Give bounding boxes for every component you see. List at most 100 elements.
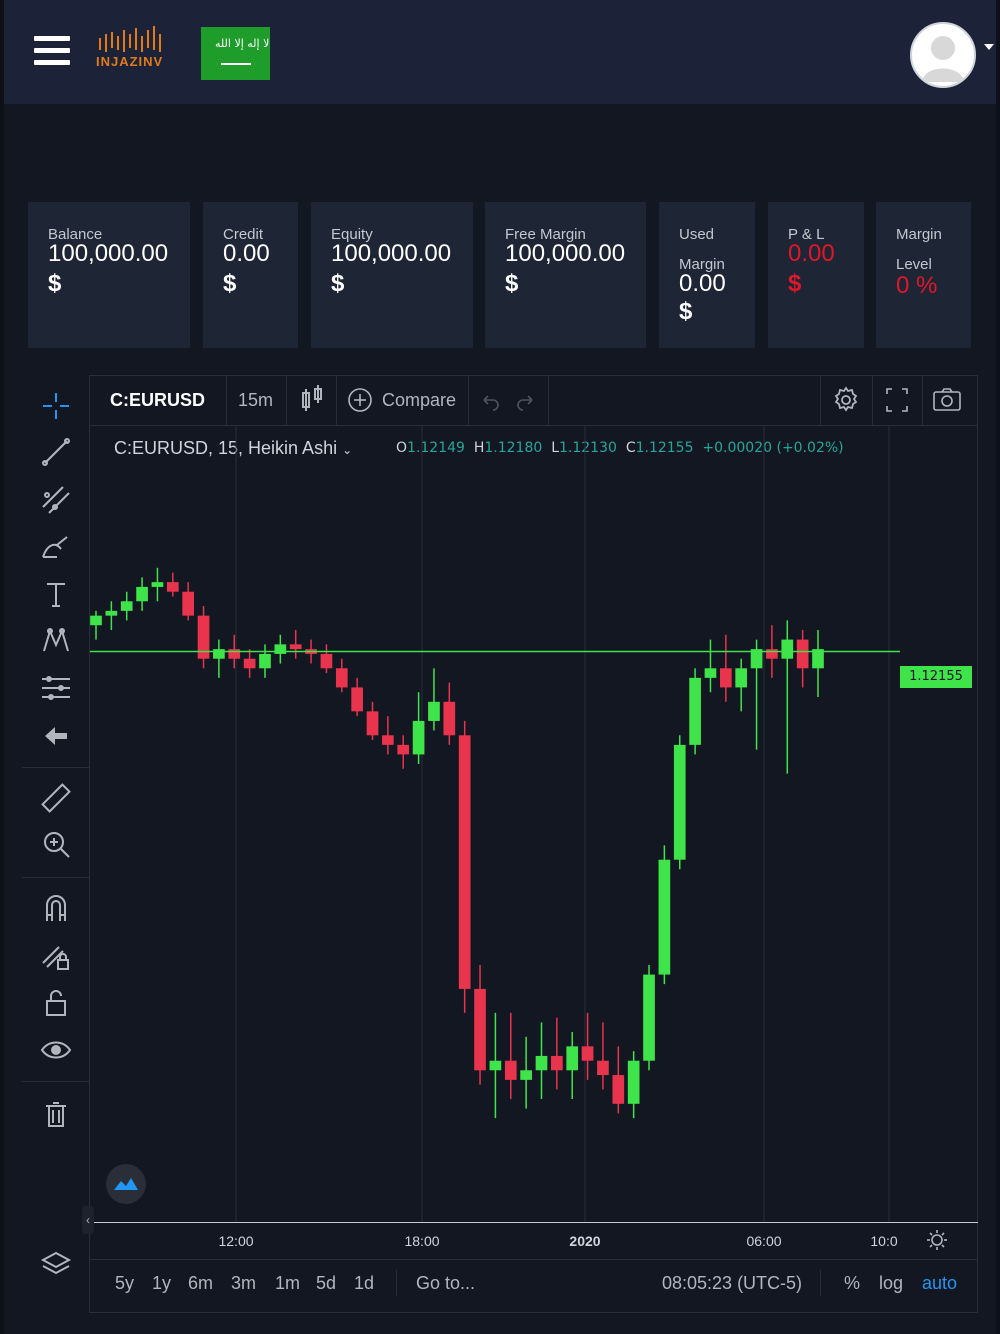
hamburger-menu-icon[interactable]: [34, 36, 70, 68]
card-currency: $: [788, 270, 802, 297]
candle-body: [166, 582, 179, 592]
layers-icon[interactable]: [39, 1247, 73, 1281]
used-margin-card: Used Margin 0.00 $: [659, 202, 755, 348]
candle-body: [766, 649, 778, 659]
compare-button[interactable]: Compare: [382, 375, 456, 425]
toolbar-divider: [396, 1270, 397, 1296]
candle-body: [781, 639, 794, 659]
pattern-tool-icon[interactable]: [39, 623, 73, 657]
toolbar-divider: [548, 375, 549, 425]
range-5y[interactable]: 5y: [115, 1258, 134, 1308]
zoom-in-icon[interactable]: [39, 827, 73, 861]
text-tool-icon[interactable]: [39, 577, 73, 611]
compare-plus-icon[interactable]: [348, 375, 372, 425]
candle-body: [105, 610, 118, 616]
eye-icon[interactable]: [39, 1033, 73, 1067]
toolbar-divider: [22, 1081, 89, 1082]
toolbar-divider: [820, 375, 821, 425]
range-1m[interactable]: 1m: [275, 1258, 300, 1308]
card-currency: $: [223, 270, 237, 297]
time-tick: 06:00: [746, 1233, 782, 1249]
toolbar-divider: [22, 877, 89, 878]
trend-line-icon[interactable]: [39, 435, 73, 469]
card-value: 0.00: [679, 270, 726, 297]
time-tick: 2020: [569, 1233, 601, 1249]
candle-body: [796, 639, 809, 669]
fullscreen-icon[interactable]: [884, 375, 910, 425]
timezone-clock[interactable]: 08:05:23 (UTC-5): [662, 1258, 802, 1308]
candlestick-chart[interactable]: [90, 426, 900, 1222]
drawing-toolbar: [22, 375, 90, 1313]
range-1y[interactable]: 1y: [152, 1258, 171, 1308]
credit-card: Credit 0.00 $: [203, 202, 298, 348]
prediction-tool-icon[interactable]: [39, 671, 73, 705]
tradingview-logo-icon[interactable]: [106, 1164, 146, 1204]
range-1d[interactable]: 1d: [354, 1258, 374, 1308]
candle-body: [504, 1060, 517, 1080]
back-arrow-icon[interactable]: [39, 719, 73, 753]
chart-type-candles-icon[interactable]: [300, 375, 324, 425]
crosshair-icon[interactable]: [39, 389, 73, 423]
axis-settings-sun-icon[interactable]: [926, 1229, 948, 1251]
candle-body: [412, 720, 425, 755]
card-currency: $: [331, 270, 345, 297]
lock-drawing-icon[interactable]: [39, 939, 73, 973]
log-scale-toggle[interactable]: log: [879, 1258, 903, 1308]
undo-icon[interactable]: [480, 375, 500, 425]
candle-body: [182, 591, 195, 616]
brand-logo[interactable]: INJAZINV: [96, 24, 178, 70]
candle-body: [597, 1060, 609, 1076]
trash-icon[interactable]: [39, 1097, 73, 1131]
range-5d[interactable]: 5d: [316, 1258, 336, 1308]
auto-scale-toggle[interactable]: auto: [922, 1258, 957, 1308]
candle-body: [213, 649, 225, 659]
user-avatar-icon[interactable]: [910, 22, 976, 88]
flag-script: لا إله إلا الله: [215, 37, 270, 50]
card-value: 0 %: [896, 272, 938, 299]
goto-date-button[interactable]: Go to...: [416, 1258, 475, 1308]
interval-selector[interactable]: 15m: [238, 375, 273, 425]
candle-body: [243, 658, 256, 669]
toolbar-divider: [872, 375, 873, 425]
redo-icon[interactable]: [516, 375, 536, 425]
range-6m[interactable]: 6m: [188, 1258, 213, 1308]
logo-text: INJAZINV: [96, 54, 164, 69]
card-currency: $: [505, 270, 519, 297]
candle-body: [228, 649, 241, 659]
time-tick: 10:0: [870, 1233, 898, 1249]
time-tick: 18:00: [404, 1233, 440, 1249]
avatar-dropdown-caret-icon[interactable]: [984, 44, 994, 50]
symbol-search[interactable]: C:EURUSD: [110, 375, 205, 425]
candle-body: [689, 677, 701, 745]
candle-body: [136, 586, 148, 602]
percent-scale-toggle[interactable]: %: [844, 1258, 860, 1308]
toolbar-divider: [468, 375, 469, 425]
ruler-icon[interactable]: [39, 781, 73, 815]
candle-body: [673, 744, 686, 860]
card-label: Used: [679, 226, 715, 243]
candle-body: [458, 735, 471, 989]
candle-body: [320, 653, 333, 669]
screenshot-camera-icon[interactable]: [932, 375, 962, 425]
candle-body: [627, 1060, 640, 1104]
candle-body: [151, 582, 164, 587]
candle-body: [351, 687, 363, 712]
settings-gear-icon[interactable]: [832, 375, 860, 425]
flag-sword: [221, 63, 251, 65]
candle-body: [581, 1046, 594, 1061]
unlock-icon[interactable]: [39, 985, 73, 1019]
candle-body: [397, 744, 410, 755]
range-3m[interactable]: 3m: [231, 1258, 256, 1308]
card-value: 0.00: [223, 240, 270, 267]
time-axis[interactable]: 12:00 18:00 2020 06:00 10:0: [90, 1222, 978, 1260]
card-currency: $: [679, 298, 693, 325]
collapse-toolbar-chevron-icon[interactable]: ‹: [82, 1206, 94, 1234]
magnet-icon[interactable]: [39, 891, 73, 925]
saudi-flag-icon[interactable]: لا إله إلا الله: [201, 27, 270, 80]
chart-bottom-toolbar: 5y 1y 6m 3m 1m 5d 1d Go to... 08:05:23 (…: [90, 1258, 978, 1308]
fib-tool-icon[interactable]: [39, 483, 73, 517]
brush-tool-icon[interactable]: [39, 531, 73, 565]
margin-level-card: Margin Level 0 %: [876, 202, 971, 348]
chart-top-toolbar: C:EURUSD 15m Compare: [90, 375, 978, 426]
card-value: 100,000.00: [505, 240, 626, 267]
